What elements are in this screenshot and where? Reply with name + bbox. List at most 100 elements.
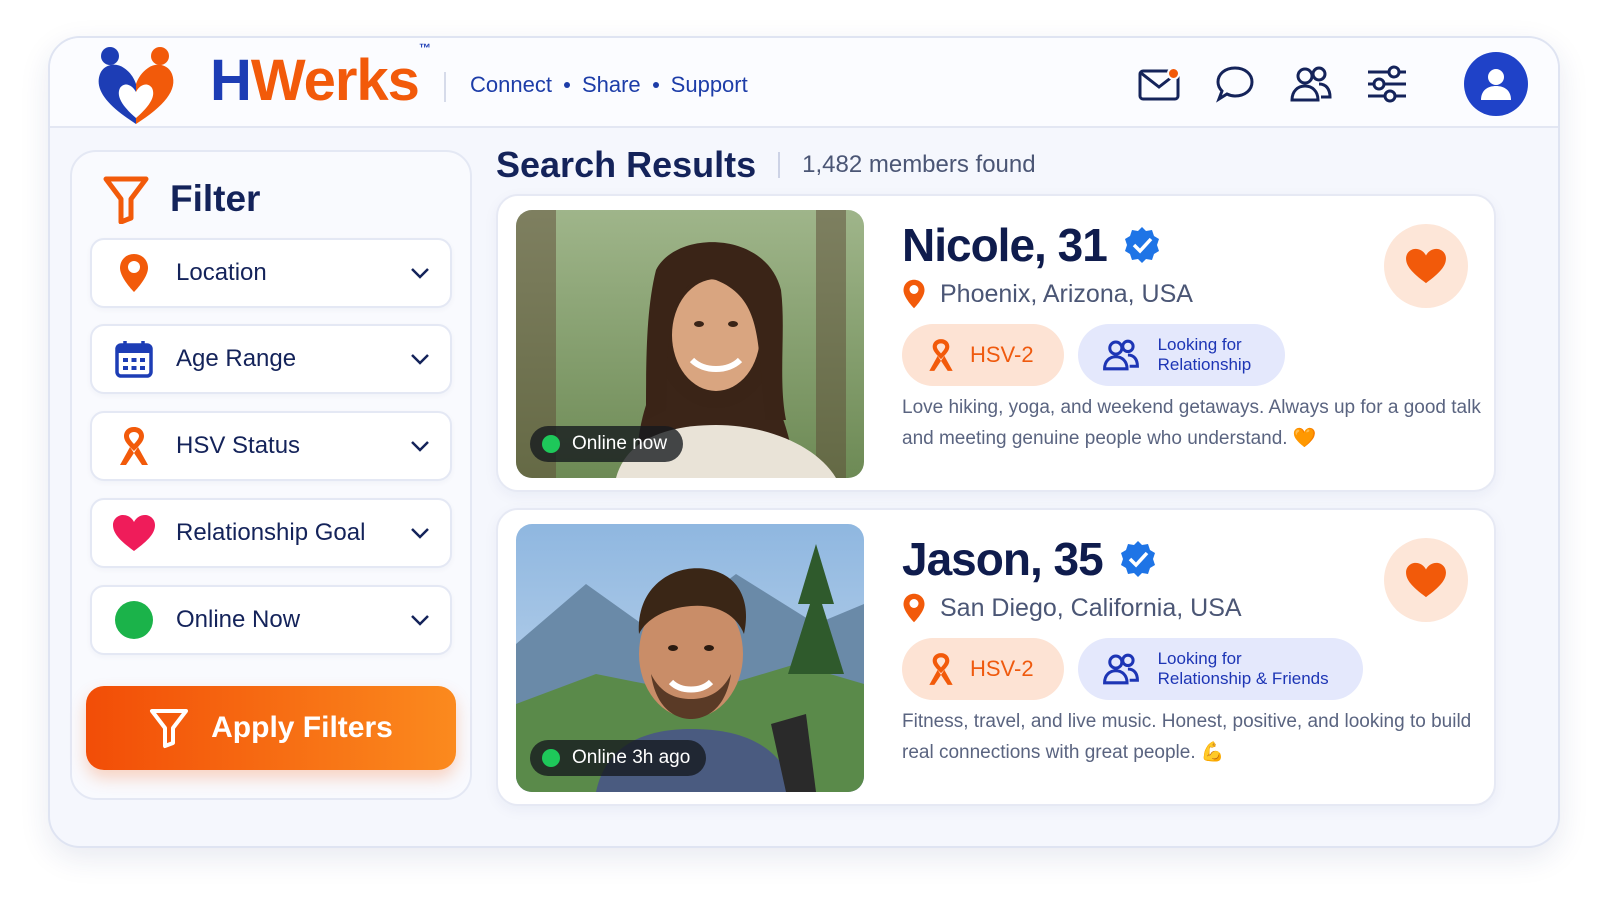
apply-filters-button[interactable]: Apply Filters bbox=[86, 686, 456, 770]
chat-button[interactable] bbox=[1212, 61, 1258, 107]
location-pin-icon bbox=[903, 593, 925, 623]
hsv-tag-label: HSV-2 bbox=[970, 342, 1034, 367]
filter-online-now[interactable]: Online Now bbox=[90, 585, 452, 655]
brand-divider bbox=[444, 72, 446, 102]
online-status-badge: Online 3h ago bbox=[530, 740, 707, 776]
flexed-biceps-emoji: 💪 bbox=[1200, 742, 1225, 763]
profile-tags: HSV-2 Looking for Relationship bbox=[902, 324, 1286, 386]
results-divider bbox=[778, 152, 781, 178]
filter-online-now-label: Online Now bbox=[176, 606, 301, 633]
profile-name[interactable]: Nicole, 31 bbox=[902, 218, 1108, 272]
favorite-button[interactable] bbox=[1384, 224, 1468, 308]
chevron-down-icon bbox=[408, 347, 432, 371]
profile-name-row: Nicole, 31 bbox=[902, 218, 1161, 272]
brand-name-first: H bbox=[210, 48, 252, 113]
goal-line-1: Looking for bbox=[1157, 335, 1242, 354]
profile-icon bbox=[1481, 69, 1511, 100]
profile-bio: Fitness, travel, and live music. Honest,… bbox=[902, 706, 1482, 768]
profile-bio-text: Fitness, travel, and live music. Honest,… bbox=[902, 711, 1472, 763]
profile-name-row: Jason, 35 bbox=[902, 532, 1157, 586]
chevron-down-icon bbox=[408, 261, 432, 285]
profile-photo[interactable]: Online now bbox=[516, 210, 864, 478]
filter-relationship-goal[interactable]: Relationship Goal bbox=[90, 498, 452, 568]
verified-badge-icon bbox=[1120, 541, 1155, 577]
results-title: Search Results bbox=[496, 144, 757, 185]
settings-button[interactable] bbox=[1364, 61, 1410, 107]
profile-name[interactable]: Jason, 35 bbox=[902, 532, 1104, 586]
heart-icon bbox=[1406, 248, 1446, 284]
calendar-icon bbox=[110, 335, 158, 383]
location-pin-icon bbox=[110, 249, 158, 297]
goal-line-1: Looking for bbox=[1157, 649, 1242, 668]
verified-badge-icon bbox=[1124, 227, 1159, 263]
filter-location-label: Location bbox=[176, 259, 267, 286]
profile-photo[interactable]: Online 3h ago bbox=[516, 524, 864, 792]
orange-heart-emoji: 🧡 bbox=[1292, 428, 1317, 449]
goal-line-2: Relationship & Friends bbox=[1157, 669, 1329, 688]
goal-line-2: Relationship bbox=[1157, 355, 1252, 374]
online-status-text: Online 3h ago bbox=[572, 747, 691, 768]
filter-sidebar: Filter Location Age Range HSV Status Rel… bbox=[70, 150, 472, 800]
chat-icon bbox=[1216, 66, 1254, 103]
filter-header: Filter bbox=[102, 174, 260, 224]
profile-location-row: San Diego, California, USA bbox=[902, 592, 1242, 624]
profile-location: Phoenix, Arizona, USA bbox=[940, 279, 1193, 308]
filter-age-range-label: Age Range bbox=[176, 345, 297, 372]
tagline: Connect Share Support bbox=[470, 72, 748, 98]
notification-dot bbox=[1167, 67, 1180, 80]
apply-filters-label: Apply Filters bbox=[211, 711, 393, 744]
profile-location-row: Phoenix, Arizona, USA bbox=[902, 278, 1193, 310]
heart-icon bbox=[110, 509, 158, 557]
profile-bio-text: Love hiking, yoga, and weekend getaways.… bbox=[902, 397, 1481, 449]
app-window: HWerks™ Connect Share Support Filter Loc… bbox=[48, 36, 1560, 848]
brand-name-rest: Werks bbox=[250, 48, 420, 113]
filter-location[interactable]: Location bbox=[90, 238, 452, 308]
location-pin-icon bbox=[903, 279, 925, 309]
results-header: Search Results 1,482 members found bbox=[496, 144, 1036, 186]
profile-avatar-button[interactable] bbox=[1464, 52, 1528, 116]
online-dot-icon bbox=[110, 596, 158, 644]
online-status-text: Online now bbox=[572, 433, 668, 454]
users-icon bbox=[1102, 339, 1139, 371]
hsv-tag-label: HSV-2 bbox=[970, 656, 1034, 681]
trademark: ™ bbox=[418, 40, 431, 55]
awareness-ribbon-icon bbox=[929, 339, 953, 371]
heart-icon bbox=[1406, 562, 1446, 598]
tagline-share: Share bbox=[581, 72, 641, 97]
profile-card[interactable]: Online now Nicole, 31 Phoenix, Arizona, … bbox=[496, 194, 1496, 492]
profile-card[interactable]: Online 3h ago Jason, 35 San Diego, Calif… bbox=[496, 508, 1496, 806]
relationship-goal-tag: Looking for Relationship bbox=[1077, 324, 1286, 386]
tagline-dot bbox=[652, 82, 659, 88]
tagline-support: Support bbox=[670, 72, 748, 97]
tagline-dot bbox=[563, 82, 570, 88]
funnel-icon bbox=[103, 176, 149, 224]
relationship-goal-tag: Looking for Relationship & Friends bbox=[1077, 638, 1363, 700]
hsv-tag: HSV-2 bbox=[902, 324, 1064, 386]
mail-button[interactable] bbox=[1136, 61, 1182, 107]
profile-location: San Diego, California, USA bbox=[940, 593, 1242, 622]
online-dot-icon bbox=[542, 435, 560, 453]
awareness-ribbon-icon bbox=[110, 422, 158, 470]
chevron-down-icon bbox=[408, 608, 432, 632]
users-icon bbox=[1102, 653, 1139, 685]
filter-hsv-status[interactable]: HSV Status bbox=[90, 411, 452, 481]
filter-age-range[interactable]: Age Range bbox=[90, 324, 452, 394]
profile-bio: Love hiking, yoga, and weekend getaways.… bbox=[902, 392, 1482, 454]
favorite-button[interactable] bbox=[1384, 538, 1468, 622]
top-header: HWerks™ Connect Share Support bbox=[50, 38, 1558, 128]
hwerks-logo-icon bbox=[98, 47, 174, 124]
funnel-icon bbox=[150, 709, 189, 748]
chevron-down-icon bbox=[408, 434, 432, 458]
online-status-badge: Online now bbox=[530, 426, 684, 462]
header-nav bbox=[1136, 52, 1528, 116]
users-icon bbox=[1290, 66, 1332, 102]
tagline-connect: Connect bbox=[470, 72, 552, 97]
profile-tags: HSV-2 Looking for Relationship & Friends bbox=[902, 638, 1363, 700]
settings-sliders-icon bbox=[1368, 65, 1406, 103]
chevron-down-icon bbox=[408, 521, 432, 545]
hsv-tag: HSV-2 bbox=[902, 638, 1064, 700]
brand-name[interactable]: HWerks™ bbox=[210, 42, 431, 110]
filter-title: Filter bbox=[170, 178, 261, 219]
filter-hsv-status-label: HSV Status bbox=[176, 432, 301, 459]
members-button[interactable] bbox=[1288, 61, 1334, 107]
